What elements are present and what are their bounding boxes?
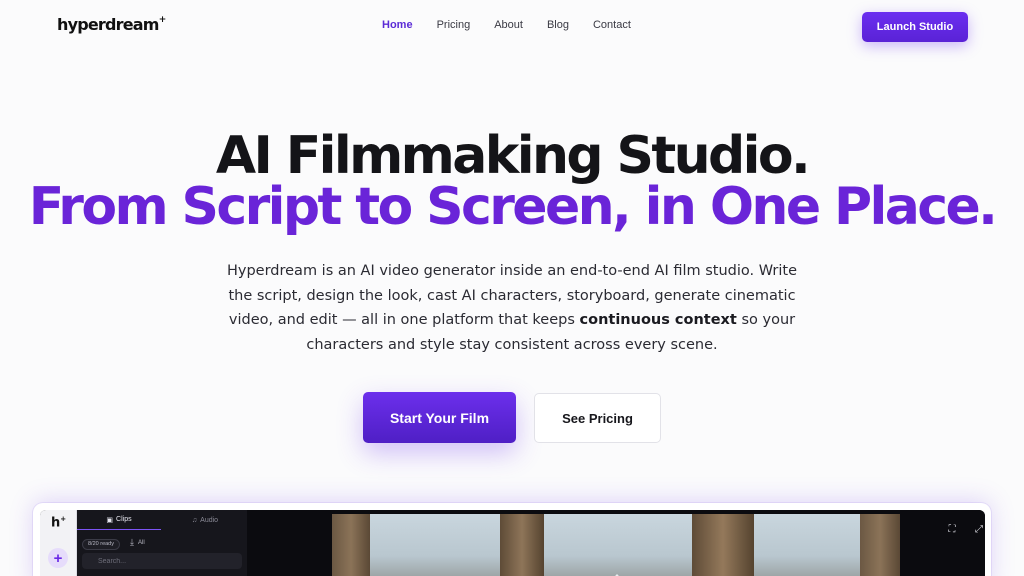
download-all-button[interactable]: ⤓ All <box>130 537 145 548</box>
app-rail: h+ + <box>40 510 77 576</box>
clip-icon: ▣ <box>106 516 114 524</box>
launch-studio-button[interactable]: Launch Studio <box>862 12 968 42</box>
nav-link-blog[interactable]: Blog <box>547 19 569 31</box>
media-panel: ▣ Clips ♫ Audio 8/20 ready ⤓ All ⌕ <box>77 510 247 576</box>
logo-text: hyperdream <box>57 15 159 34</box>
search-input[interactable] <box>82 553 242 569</box>
expand-icon[interactable]: ⤢ <box>972 522 985 536</box>
nav-links: Home Pricing About Blog Contact <box>382 19 655 31</box>
download-all-label: All <box>137 539 145 546</box>
frame-pillar-left <box>332 514 370 576</box>
audio-icon: ♫ <box>191 516 198 524</box>
frame-pillar-mid-left <box>500 514 544 576</box>
app-logo-mark: + <box>60 515 67 523</box>
nav-link-home[interactable]: Home <box>382 19 413 31</box>
nav-link-about[interactable]: About <box>494 19 523 31</box>
app-logo-letter: h <box>51 515 61 531</box>
tab-clips[interactable]: ▣ Clips <box>77 510 161 530</box>
frame-pillar-mid-right <box>692 514 754 576</box>
add-icon[interactable]: + <box>48 548 68 568</box>
tab-audio[interactable]: ♫ Audio <box>163 510 247 530</box>
see-pricing-button[interactable]: See Pricing <box>534 393 661 443</box>
logo-mark: + <box>158 14 167 25</box>
frame-pillar-right <box>860 514 900 576</box>
app-preview: h+ + ▣ Clips ♫ Audio 8/20 ready ⤓ All ⌕ … <box>40 510 985 576</box>
video-frame <box>332 514 900 576</box>
hero-desc-emphasis: continuous context <box>579 312 737 328</box>
nav-link-pricing[interactable]: Pricing <box>437 19 471 31</box>
fullscreen-icon[interactable]: ⛶ <box>945 522 959 536</box>
tab-audio-label: Audio <box>200 516 219 524</box>
video-viewer: ⤢ ⛶ <box>247 510 985 576</box>
hero-subtitle: From Script to Screen, in One Place. <box>28 177 998 237</box>
logo[interactable]: hyperdream+ <box>57 14 167 34</box>
download-icon: ⤓ <box>130 537 134 547</box>
app-logo-icon[interactable]: h+ <box>51 515 66 530</box>
hero-description: Hyperdream is an AI video generator insi… <box>224 259 800 357</box>
start-your-film-button[interactable]: Start Your Film <box>363 392 516 443</box>
nav-link-contact[interactable]: Contact <box>593 19 631 31</box>
top-nav: hyperdream+ Home Pricing About Blog Cont… <box>0 0 1024 54</box>
tab-clips-label: Clips <box>116 516 132 523</box>
ready-count-badge: 8/20 ready <box>82 539 120 550</box>
